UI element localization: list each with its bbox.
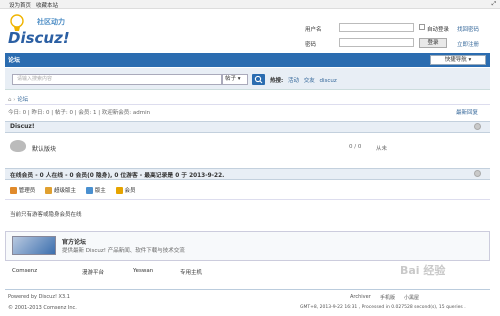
server-stat: GMT+8, 2013-9-22 16:31 , Processed in 0.… <box>300 305 466 310</box>
copyright: © 2001-2013 Comsenz Inc. <box>8 305 77 311</box>
register-link[interactable]: 立即注册 <box>457 40 479 48</box>
category-header <box>5 121 490 133</box>
breadcrumb: ⌂ › 论坛 <box>8 97 29 103</box>
partner-link[interactable]: 专用主机 <box>180 268 202 276</box>
links-title[interactable]: 官方论坛 <box>62 237 86 246</box>
search-button[interactable] <box>252 74 265 85</box>
search-type-label: 帖子 <box>225 76 237 82</box>
legend-label: 超级版主 <box>54 188 77 194</box>
auto-login-checkbox[interactable] <box>419 24 425 30</box>
partner-link[interactable]: Comsenz <box>12 268 37 274</box>
watermark: Bai 经验 <box>400 264 446 277</box>
forum-status-icon <box>10 140 26 152</box>
login-button[interactable]: 登录 <box>419 38 447 48</box>
member-icon <box>115 187 123 194</box>
footer-divider <box>5 289 490 290</box>
username-label: 用户名 <box>305 27 322 33</box>
password-label: 密码 <box>305 42 317 48</box>
search-type-select[interactable]: 帖子 ▾ <box>222 74 248 85</box>
tab-forum[interactable]: 论坛 <box>8 55 20 64</box>
search-input[interactable]: 请输入搜索内容 <box>12 74 222 85</box>
hot-label: 热搜: <box>270 78 284 84</box>
partner-link[interactable]: 漫游平台 <box>82 268 104 276</box>
breadcrumb-forum[interactable]: 论坛 <box>17 97 28 103</box>
online-empty-text: 当前只有游客或隐身会员在线 <box>10 212 82 218</box>
mod-icon <box>86 187 94 194</box>
site-logo[interactable]: Discuz! <box>8 29 70 47</box>
set-home-link[interactable]: 设为首页 <box>9 1 31 9</box>
latest-replies-link[interactable]: 最新回复 <box>456 108 478 116</box>
legend-member: 会员 <box>115 186 136 194</box>
quick-nav-button[interactable]: 快捷导航 ▾ <box>430 55 486 65</box>
category-title[interactable]: Discuz! <box>10 123 35 130</box>
divider <box>5 199 490 200</box>
top-bar: 设为首页 收藏本站 ⤢ <box>0 0 500 9</box>
admin-icon <box>10 187 17 194</box>
discuz-banner[interactable] <box>12 236 56 255</box>
partner-link[interactable]: Yeswan <box>133 268 153 274</box>
blackroom-link[interactable]: 小黑屋 <box>404 294 419 301</box>
forum-last-post: 从未 <box>376 146 388 152</box>
search-icon <box>254 75 263 84</box>
legend-super-mod: 超级版主 <box>45 186 76 194</box>
expand-icon[interactable]: ⤢ <box>492 1 496 8</box>
legend-label: 管理员 <box>18 188 36 194</box>
legend-label: 版主 <box>94 188 106 194</box>
archiver-link[interactable]: Archiver <box>350 294 371 300</box>
links-desc: 提供最新 Discuz! 产品新闻、软件下载与技术交流 <box>62 248 185 254</box>
hot-item[interactable]: discuz <box>319 78 336 84</box>
logo-subtitle: 社区动力 <box>37 18 65 26</box>
online-title: 在线会员 - 0 人在线 - 0 会员(0 隐身), 0 位游客 - 最高记录是… <box>10 173 225 179</box>
home-icon[interactable]: ⌂ <box>8 97 12 103</box>
powered-by: Powered by Discuz! X3.1 <box>8 294 70 300</box>
collapse-icon[interactable] <box>474 123 481 130</box>
forum-counts: 0 / 0 <box>349 144 362 150</box>
online-legend: 管理员 超级版主 版主 会员 <box>10 186 136 194</box>
legend-label: 会员 <box>124 188 136 194</box>
bookmark-link[interactable]: 收藏本站 <box>36 1 58 9</box>
legend-admin: 管理员 <box>10 186 35 194</box>
collapse-icon[interactable] <box>474 170 481 177</box>
divider <box>5 104 490 105</box>
mobile-link[interactable]: 手机版 <box>380 294 395 301</box>
username-input[interactable] <box>339 23 414 32</box>
forum-stats: 今日: 0 | 昨日: 0 | 帖子: 0 | 会员: 1 | 欢迎新会员: a… <box>8 110 151 116</box>
super-mod-icon <box>45 187 53 194</box>
legend-mod: 版主 <box>86 186 106 194</box>
main-navbar <box>5 53 490 67</box>
auto-login-label: 自动登录 <box>427 27 450 33</box>
hot-search: 热搜: 活动 交友 discuz <box>270 76 337 84</box>
hot-item[interactable]: 交友 <box>304 78 315 84</box>
forgot-password-link[interactable]: 找回密码 <box>457 25 479 33</box>
password-input[interactable] <box>339 38 414 47</box>
hot-item[interactable]: 活动 <box>288 78 299 84</box>
forum-name[interactable]: 默认版块 <box>32 144 56 153</box>
